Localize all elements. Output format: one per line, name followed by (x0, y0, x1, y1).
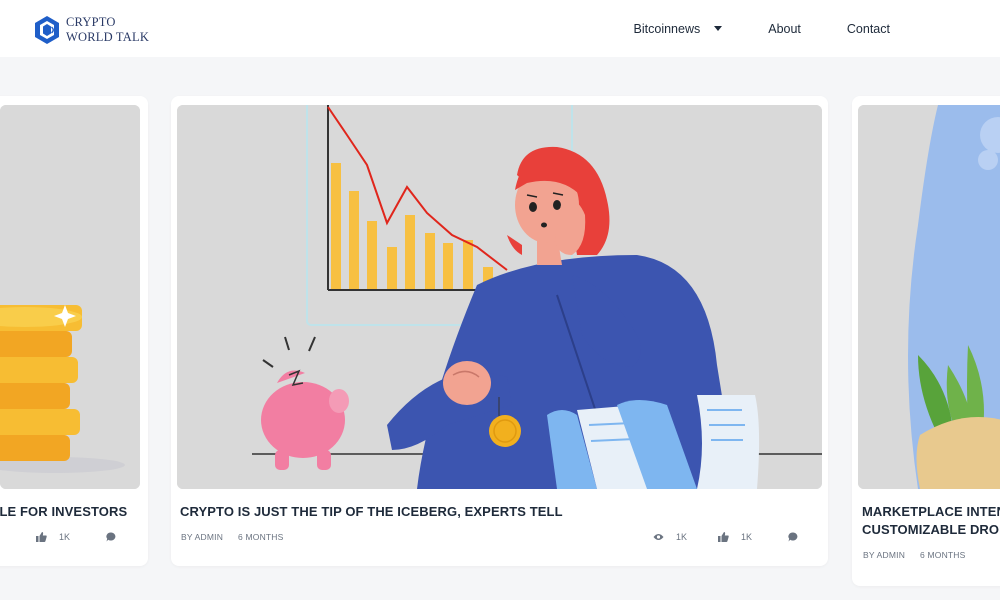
chat-bubble-icon (788, 532, 798, 542)
main-nav: Bitcoinnews About Contact (634, 0, 890, 57)
like-count-value: 1K (59, 532, 71, 542)
stressed-investor-image (177, 105, 822, 489)
card-title[interactable]: BLE FOR INVESTORS (0, 503, 127, 521)
post-age: 6 MONTHS (238, 532, 284, 542)
site-logo[interactable]: CRYPTO WORLD TALK (34, 15, 149, 45)
article-card-next[interactable]: MARKETPLACE INTEND CUSTOMIZABLE DROP I B… (852, 96, 1000, 586)
post-age: 6 MONTHS (920, 550, 966, 560)
logo-line-2: WORLD TALK (66, 30, 150, 44)
logo-text: CRYPTO WORLD TALK (66, 15, 149, 45)
card-title[interactable]: MARKETPLACE INTEND CUSTOMIZABLE DROP I (862, 503, 1000, 539)
nav-item-label: Bitcoinnews (633, 21, 701, 36)
logo-line-1: CRYPTO (66, 15, 116, 29)
author[interactable]: BY ADMIN (863, 550, 905, 560)
thumbs-up-icon (718, 532, 729, 542)
author[interactable]: BY ADMIN (181, 532, 223, 542)
card-title[interactable]: CRYPTO IS JUST THE TIP OF THE ICEBERG, E… (180, 503, 563, 521)
like-count: 1K (36, 532, 70, 542)
like-count[interactable]: 1K (718, 532, 752, 542)
coins-illustration (0, 105, 140, 489)
nav-item-label: About (768, 21, 801, 36)
site-header: CRYPTO WORLD TALK Bitcoinnews About Cont… (0, 0, 1000, 57)
article-card-prev[interactable]: BLE FOR INVESTORS 1K (0, 96, 148, 566)
chat-bubble-icon (106, 532, 116, 542)
plant-illustration (858, 105, 1000, 489)
plant-image (858, 105, 1000, 489)
card-title-line-2: CUSTOMIZABLE DROP I (862, 522, 1000, 537)
nav-item-about[interactable]: About (768, 22, 801, 36)
article-illustration (177, 105, 822, 489)
card-title-line-1: MARKETPLACE INTEND (862, 504, 1000, 519)
chevron-down-icon (714, 26, 723, 31)
comment-count[interactable] (106, 532, 128, 542)
comment-count[interactable] (788, 532, 810, 542)
view-count-value: 1K (676, 532, 688, 542)
like-count-value: 1K (741, 532, 753, 542)
eye-icon (653, 534, 664, 540)
thumbs-up-icon (36, 532, 47, 542)
nav-item-contact[interactable]: Contact (847, 22, 890, 36)
nav-item-bitcoinnews[interactable]: Bitcoinnews (634, 22, 723, 36)
hexagon-logo-icon (35, 16, 59, 44)
view-count: 1K (653, 532, 687, 542)
nav-item-label: Contact (846, 21, 890, 36)
article-card-main[interactable]: CRYPTO IS JUST THE TIP OF THE ICEBERG, E… (171, 96, 828, 566)
coin-stack-image (0, 105, 140, 489)
